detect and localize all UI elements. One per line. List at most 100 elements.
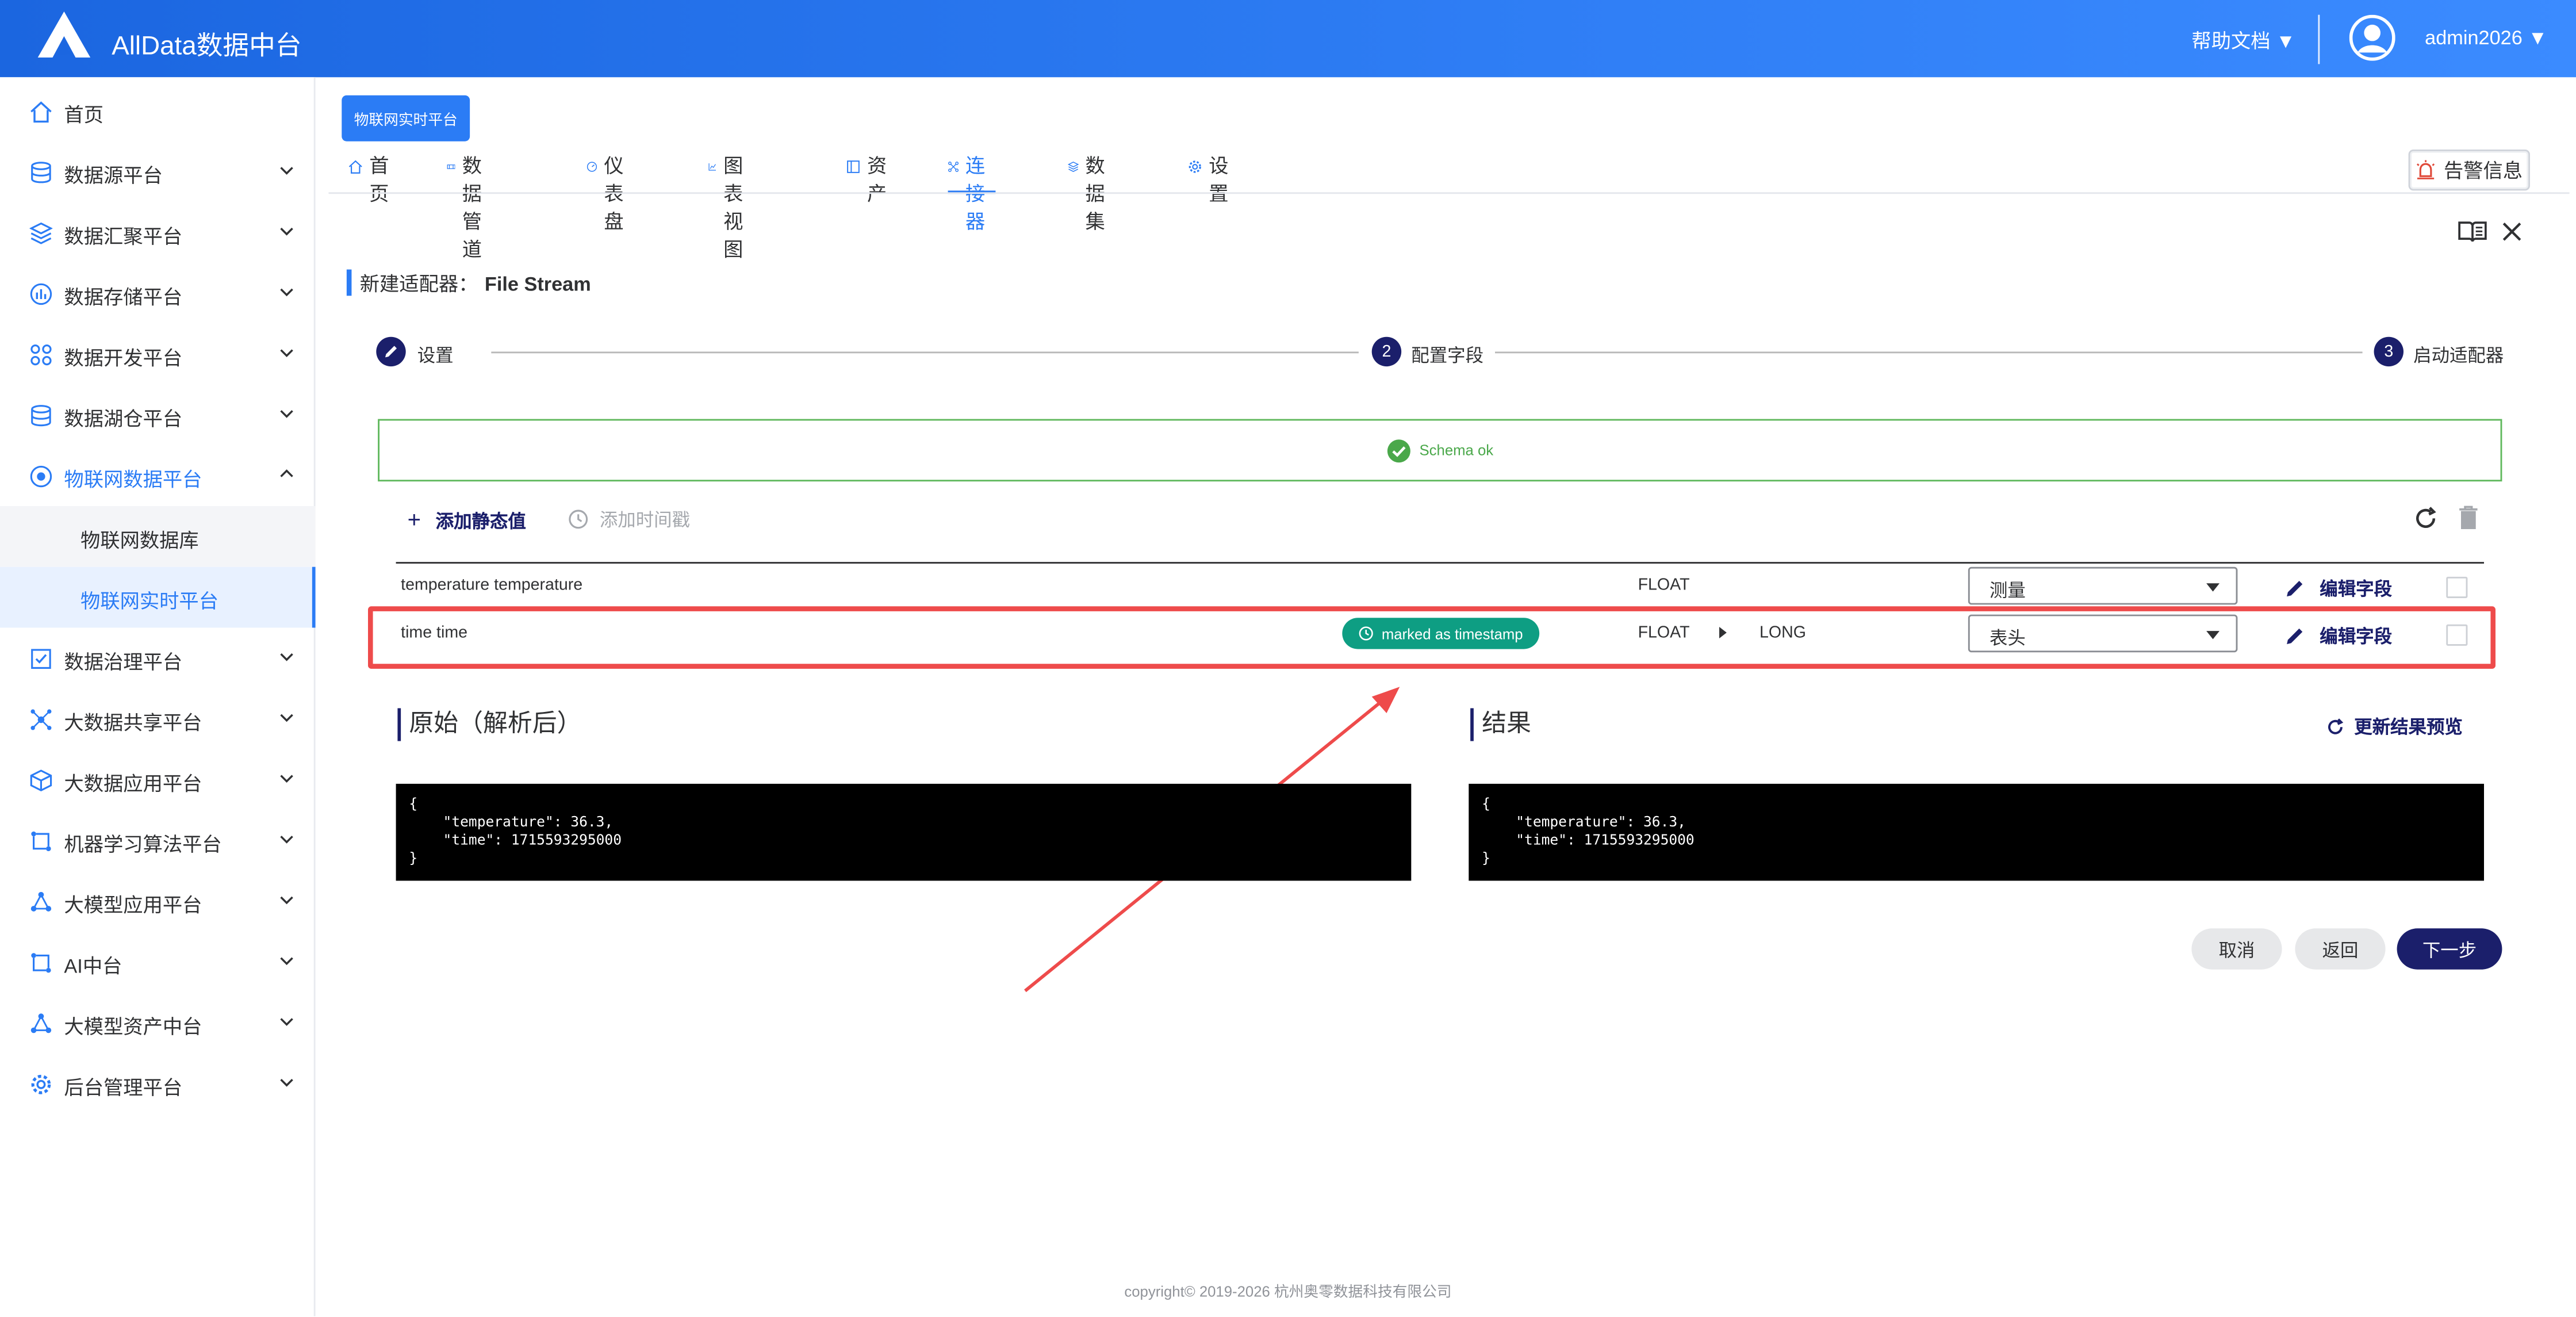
sidebar-item-label: 数据湖仓平台	[64, 407, 183, 431]
sidebar-item-label: 数据治理平台	[64, 650, 183, 674]
tab-label: 图表视图	[723, 154, 743, 262]
gear-icon	[1189, 160, 1201, 173]
add-static-value-button[interactable]: + 添加静态值	[408, 506, 526, 534]
alarm-button[interactable]: 告警信息	[2408, 150, 2530, 191]
avatar-icon[interactable]	[2349, 14, 2395, 61]
cube-icon	[30, 769, 52, 792]
sidebar-item-home[interactable]: 首页	[0, 81, 316, 141]
chevron-down-icon	[280, 288, 293, 297]
tab-chart-view[interactable]: 图表视图	[708, 151, 756, 261]
table-row: temperature temperature FLOAT 测量 编辑字段	[396, 564, 2484, 610]
back-button[interactable]: 返回	[2295, 928, 2386, 970]
sidebar-item-label: 数据存储平台	[64, 286, 183, 309]
tab-connectors[interactable]: 连接器	[948, 151, 996, 233]
sidebar-item-aggregation[interactable]: 数据汇聚平台	[0, 202, 316, 263]
sidebar-item-lakehouse[interactable]: 数据湖仓平台	[0, 385, 316, 446]
update-preview-button[interactable]: 更新结果预览	[2326, 713, 2463, 740]
layers-icon	[1068, 162, 1079, 172]
sidebar-item-development[interactable]: 数据开发平台	[0, 324, 316, 385]
sidebar-item-ai[interactable]: AI中台	[0, 932, 316, 993]
sidebar-item-label: 数据开发平台	[64, 346, 183, 370]
alarm-label: 告警信息	[2443, 159, 2523, 183]
sidebar-subitem-label: 物联网实时平台	[80, 589, 219, 613]
sidebar-subitem-iot-realtime[interactable]: 物联网实时平台	[0, 566, 316, 628]
molecule-icon	[30, 891, 52, 912]
page-title-prefix: 新建适配器：	[359, 273, 478, 296]
sidebar-subitem-iot-database[interactable]: 物联网数据库	[0, 506, 316, 567]
chart-icon	[708, 163, 716, 171]
algorithm-icon	[31, 831, 51, 851]
tab-assets[interactable]: 资产	[846, 151, 894, 205]
sidebar-item-iot[interactable]: 物联网数据平台	[0, 445, 316, 506]
alldata-logo-icon	[37, 12, 91, 58]
sidebar-item-label: 大模型资产中台	[64, 1015, 202, 1039]
user-menu[interactable]: admin2026 ▼	[2425, 26, 2547, 49]
field-role-value: 测量	[1989, 581, 2026, 602]
chevron-down-icon	[280, 653, 293, 661]
sidebar-item-llm-app[interactable]: 大模型应用平台	[0, 871, 316, 932]
platform-button[interactable]: 物联网实时平台	[342, 95, 470, 141]
close-icon[interactable]	[2501, 220, 2524, 243]
caret-down-icon	[2206, 583, 2220, 592]
step-2-circle[interactable]: 2	[1371, 336, 1402, 367]
sidebar-item-admin[interactable]: 后台管理平台	[0, 1053, 316, 1114]
sidebar-item-label: 后台管理平台	[64, 1076, 183, 1100]
tab-label: 数据管道	[462, 154, 482, 262]
chevron-down-icon	[280, 167, 293, 175]
layers-icon	[29, 222, 53, 244]
sidebar-item-llm-assets[interactable]: 大模型资产中台	[0, 993, 316, 1054]
step-3-circle[interactable]: 3	[2374, 336, 2404, 367]
refresh-icon[interactable]	[2413, 506, 2438, 531]
cancel-button[interactable]: 取消	[2191, 928, 2282, 970]
plus-icon: +	[407, 506, 421, 533]
pencil-icon	[385, 346, 397, 358]
gear-icon	[31, 1074, 51, 1094]
field-select-checkbox[interactable]	[2446, 576, 2468, 598]
tab-settings[interactable]: 设置	[1188, 151, 1236, 205]
tab-dashboard[interactable]: 仪表盘	[586, 151, 634, 233]
app-title: AllData数据中台	[112, 33, 302, 61]
tab-datasets[interactable]: 数据集	[1068, 151, 1116, 233]
step-1-label: 设置	[417, 346, 454, 367]
tab-label: 设置	[1209, 154, 1229, 206]
field-name: temperature temperature	[401, 576, 583, 595]
chevron-down-icon	[280, 410, 293, 418]
book-icon[interactable]	[2458, 220, 2487, 243]
add-timestamp-button[interactable]: 添加时间戳	[569, 506, 690, 533]
field-role-select[interactable]: 测量	[1968, 566, 2238, 605]
adapter-name: File Stream	[484, 273, 591, 296]
storage-chart-icon	[30, 283, 52, 305]
sidebar-item-datasource[interactable]: 数据源平台	[0, 141, 316, 202]
checklist-icon	[31, 649, 51, 669]
step-1-circle[interactable]	[376, 336, 406, 367]
help-docs-menu[interactable]: 帮助文档 ▼	[2191, 26, 2295, 55]
tab-pipelines[interactable]: 数据管道	[447, 151, 494, 261]
trash-icon[interactable]	[2458, 504, 2479, 531]
sidebar-item-sharing[interactable]: 大数据共享平台	[0, 688, 316, 749]
share-network-icon	[30, 709, 52, 730]
sidebar-subitem-label: 物联网数据库	[80, 529, 199, 552]
asset-icon	[847, 160, 860, 173]
edit-field-button[interactable]: 编辑字段	[2285, 575, 2392, 602]
sidebar-item-governance[interactable]: 数据治理平台	[0, 627, 316, 688]
original-section-title: 原始（解析后）	[397, 708, 581, 741]
alarm-icon	[2417, 160, 2436, 179]
copyright-footer: copyright© 2019-2026 杭州奥零数据科技有限公司	[1124, 1283, 1452, 1300]
step-connector	[1495, 351, 2363, 354]
highlight-box	[368, 606, 2496, 669]
sidebar-item-storage[interactable]: 数据存储平台	[0, 263, 316, 324]
sidebar-item-label: 物联网数据平台	[64, 468, 202, 492]
sidebar-item-label: 首页	[64, 104, 104, 127]
sidebar-item-label: 机器学习算法平台	[64, 833, 222, 856]
apps-icon	[30, 344, 52, 366]
pencil-icon	[2287, 581, 2303, 597]
chevron-down-icon	[280, 775, 293, 783]
tab-home[interactable]: 首页	[348, 151, 396, 205]
schema-status-text: Schema ok	[1419, 442, 1494, 459]
sidebar-item-ml[interactable]: 机器学习算法平台	[0, 810, 316, 871]
next-button[interactable]: 下一步	[2397, 928, 2502, 970]
sidebar-item-label: 大模型应用平台	[64, 894, 202, 917]
molecule-icon	[30, 1013, 52, 1033]
sidebar-item-application[interactable]: 大数据应用平台	[0, 749, 316, 810]
algorithm-icon	[31, 953, 51, 973]
